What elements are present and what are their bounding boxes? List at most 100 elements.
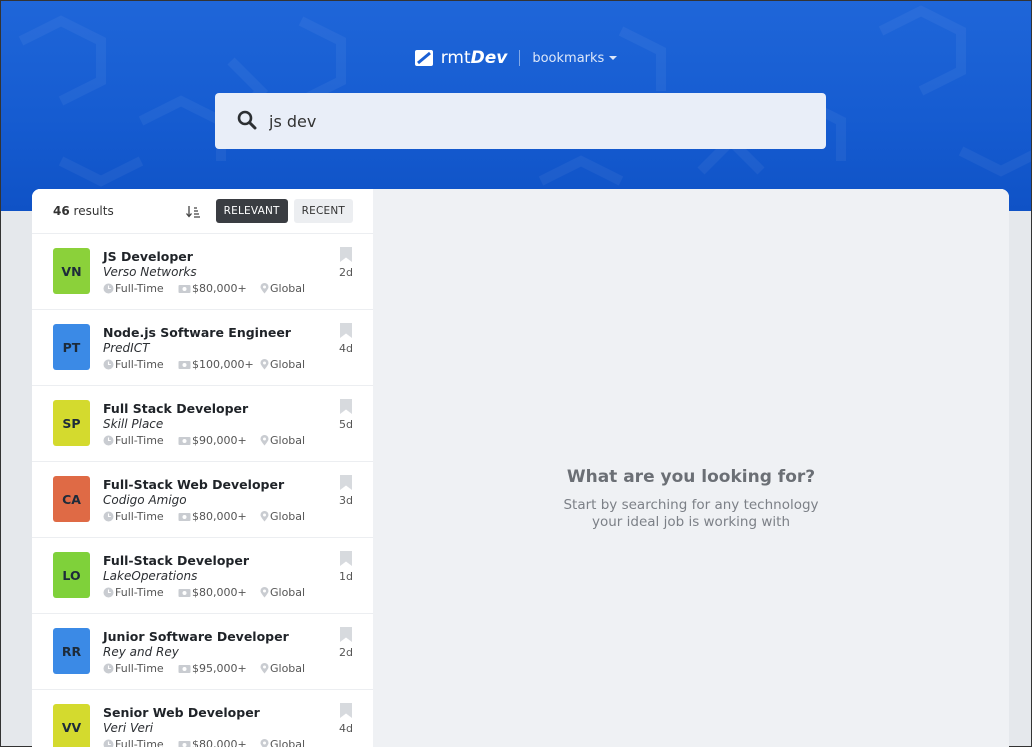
money-icon xyxy=(178,588,191,597)
job-location: Global xyxy=(260,282,305,295)
empty-state-text: Start by searching for any technology yo… xyxy=(373,497,1009,531)
clock-icon xyxy=(103,283,114,294)
results-count: 46 results xyxy=(53,204,114,218)
job-meta: Full-Time $80,000+ Global xyxy=(103,738,305,747)
bookmark-icon[interactable] xyxy=(340,551,352,566)
job-company: Rey and Rey xyxy=(103,645,179,659)
bookmarks-button[interactable]: bookmarks xyxy=(532,51,618,66)
job-age: 3d xyxy=(339,494,353,507)
money-icon xyxy=(178,284,191,293)
job-list-item[interactable]: VN JS Developer Verso Networks Full-Time… xyxy=(32,234,373,310)
job-meta: Full-Time $80,000+ Global xyxy=(103,282,305,295)
bookmark-icon[interactable] xyxy=(340,627,352,642)
job-age: 4d xyxy=(339,342,353,355)
clock-icon xyxy=(103,359,114,370)
location-pin-icon xyxy=(260,511,269,522)
job-list-item[interactable]: SP Full Stack Developer Skill Place Full… xyxy=(32,386,373,462)
clock-icon xyxy=(103,663,114,674)
search-icon[interactable] xyxy=(237,110,257,130)
hero-header: rmtDev bookmarks xyxy=(1,1,1031,211)
location-pin-icon xyxy=(260,283,269,294)
job-type: Full-Time xyxy=(103,662,178,675)
job-meta: Full-Time $80,000+ Global xyxy=(103,510,305,523)
bookmark-icon[interactable] xyxy=(340,475,352,490)
job-company: Codigo Amigo xyxy=(103,493,187,507)
job-title: Senior Web Developer xyxy=(103,705,260,720)
job-meta: Full-Time $80,000+ Global xyxy=(103,586,305,599)
clock-icon xyxy=(103,739,114,747)
job-age: 1d xyxy=(339,570,353,583)
job-meta: Full-Time $90,000+ Global xyxy=(103,434,305,447)
empty-state-line-2: your ideal job is working with xyxy=(591,514,790,530)
job-type: Full-Time xyxy=(103,434,178,447)
job-title: Full-Stack Developer xyxy=(103,553,250,568)
job-type: Full-Time xyxy=(103,358,178,371)
search-input[interactable] xyxy=(269,103,809,139)
location-pin-icon xyxy=(260,587,269,598)
job-title: Junior Software Developer xyxy=(103,629,289,644)
bookmark-icon[interactable] xyxy=(340,703,352,718)
job-salary: $95,000+ xyxy=(178,662,260,675)
job-details-panel: What are you looking for? Start by searc… xyxy=(373,189,1009,747)
job-meta: Full-Time $95,000+ Global xyxy=(103,662,305,675)
empty-state-line-1: Start by searching for any technology xyxy=(563,497,819,513)
job-type: Full-Time xyxy=(103,738,178,747)
money-icon xyxy=(178,512,191,521)
logo-text: rmtDev xyxy=(440,48,508,68)
logo[interactable]: rmtDev xyxy=(414,48,508,68)
search-bar xyxy=(215,93,826,149)
job-location: Global xyxy=(260,738,305,747)
job-location: Global xyxy=(260,434,305,447)
job-meta: Full-Time $100,000+ Global xyxy=(103,358,305,371)
header-divider xyxy=(519,50,521,66)
location-pin-icon xyxy=(260,359,269,370)
job-title: Full Stack Developer xyxy=(103,401,249,416)
top-bar: rmtDev bookmarks xyxy=(1,47,1031,69)
money-icon xyxy=(178,740,191,747)
job-location: Global xyxy=(260,358,305,371)
company-badge: RR xyxy=(53,628,90,674)
job-salary: $80,000+ xyxy=(178,510,260,523)
company-badge: LO xyxy=(53,552,90,598)
caret-down-icon xyxy=(609,56,618,60)
logo-icon xyxy=(414,50,433,66)
job-list-item[interactable]: VV Senior Web Developer Veri Veri Full-T… xyxy=(32,690,373,747)
main-panel: 46 results RELEVANT RECENT VN JS Develop… xyxy=(32,189,1009,747)
bookmark-icon[interactable] xyxy=(340,247,352,262)
money-icon xyxy=(178,436,191,445)
job-list-item[interactable]: RR Junior Software Developer Rey and Rey… xyxy=(32,614,373,690)
job-location: Global xyxy=(260,662,305,675)
location-pin-icon xyxy=(260,435,269,446)
clock-icon xyxy=(103,511,114,522)
company-badge: VN xyxy=(53,248,90,294)
job-list-item[interactable]: PT Node.js Software Engineer PredICT Ful… xyxy=(32,310,373,386)
job-title: JS Developer xyxy=(103,249,193,264)
clock-icon xyxy=(103,435,114,446)
job-title: Full-Stack Web Developer xyxy=(103,477,285,492)
money-icon xyxy=(178,664,191,673)
job-company: Veri Veri xyxy=(103,721,154,735)
company-badge: VV xyxy=(53,704,90,747)
bookmark-icon[interactable] xyxy=(340,323,352,338)
empty-state-title: What are you looking for? xyxy=(566,467,816,487)
sort-icon xyxy=(185,205,200,218)
sort-relevant-button[interactable]: RELEVANT xyxy=(215,199,288,223)
job-list-item[interactable]: CA Full-Stack Web Developer Codigo Amigo… xyxy=(32,462,373,538)
bookmark-icon[interactable] xyxy=(340,399,352,414)
job-company: Verso Networks xyxy=(103,265,197,279)
job-age: 2d xyxy=(339,266,353,279)
location-pin-icon xyxy=(260,663,269,674)
sort-recent-button[interactable]: RECENT xyxy=(293,199,353,223)
job-location: Global xyxy=(260,586,305,599)
job-company: Skill Place xyxy=(103,417,164,431)
job-type: Full-Time xyxy=(103,586,178,599)
job-company: LakeOperations xyxy=(103,569,198,583)
job-location: Global xyxy=(260,510,305,523)
company-badge: SP xyxy=(53,400,90,446)
job-age: 2d xyxy=(339,646,353,659)
job-company: PredICT xyxy=(103,341,150,355)
job-type: Full-Time xyxy=(103,510,178,523)
company-badge: CA xyxy=(53,476,90,522)
job-list-item[interactable]: LO Full-Stack Developer LakeOperations F… xyxy=(32,538,373,614)
job-list: VN JS Developer Verso Networks Full-Time… xyxy=(32,234,373,747)
